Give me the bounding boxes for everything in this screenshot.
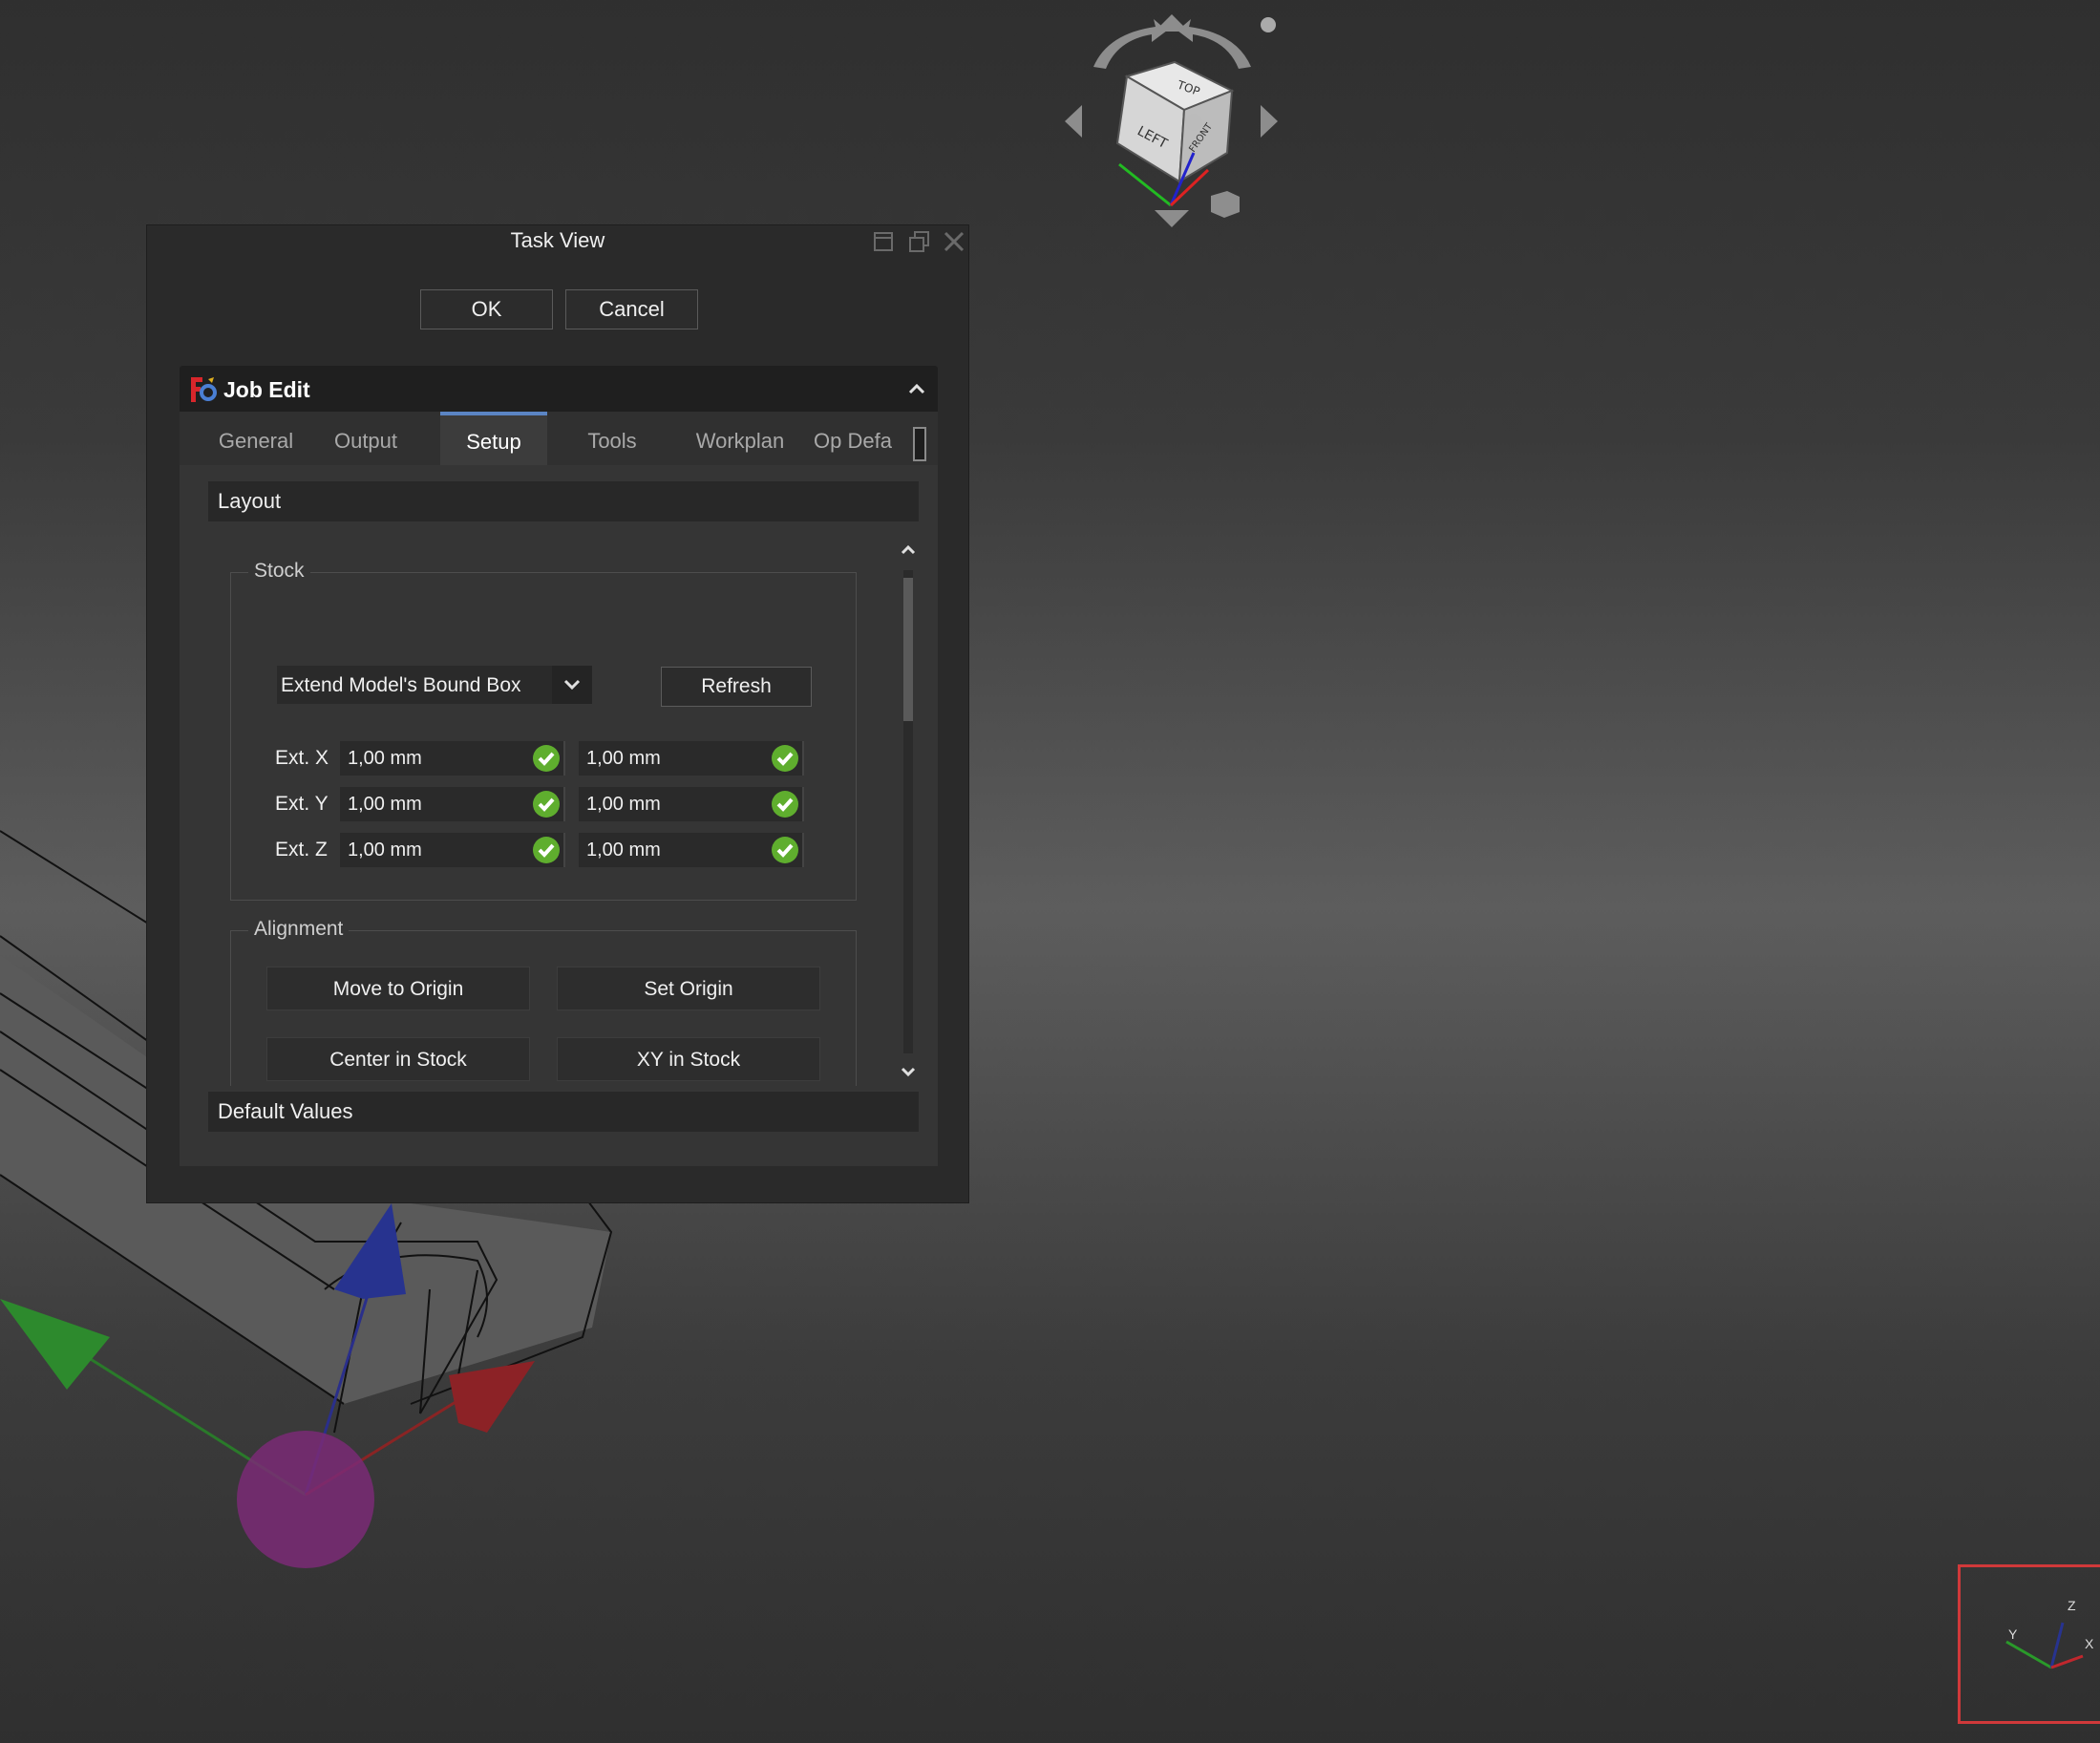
close-icon[interactable] [942, 229, 966, 254]
check-icon [772, 745, 798, 772]
tab-bar: General Output Setup Tools Workplan Op D… [180, 412, 938, 465]
navigation-cube[interactable]: TOP LEFT FRONT [1050, 0, 1289, 239]
check-icon [772, 791, 798, 818]
nav-menu-icon[interactable] [1261, 17, 1276, 32]
float-panel-icon[interactable] [907, 229, 932, 254]
tab-workplan[interactable]: Workplan [678, 412, 802, 465]
xy-in-stock-button[interactable]: XY in Stock [557, 1037, 820, 1081]
rotate-right-icon[interactable] [1177, 19, 1251, 69]
task-view-title: Task View [510, 228, 605, 252]
tab-output[interactable]: Output [317, 412, 414, 465]
cancel-button[interactable]: Cancel [565, 289, 698, 329]
alignment-group: Alignment Move to Origin Set Origin Cent… [230, 918, 857, 1086]
scroll-down-icon[interactable] [898, 1061, 919, 1082]
task-view-panel: Task View OK Cancel Job Edit General Out… [146, 224, 969, 1203]
default-values-section-header[interactable]: Default Values [208, 1092, 919, 1132]
refresh-button[interactable]: Refresh [661, 667, 812, 707]
layout-scroll-area[interactable]: Stock Extend Model's Bound Box Refresh E… [208, 538, 919, 1086]
axis-x-label: X [2085, 1636, 2094, 1651]
stock-type-value: Extend Model's Bound Box [281, 674, 521, 696]
ext-x-pos-input[interactable]: 1,00 mm [579, 741, 804, 776]
ext-z-neg-value: 1,00 mm [348, 840, 422, 861]
tab-scroll-button[interactable] [913, 427, 926, 461]
set-origin-button[interactable]: Set Origin [557, 967, 820, 1010]
chevron-down-icon[interactable] [552, 666, 592, 704]
ext-y-neg-input[interactable]: 1,00 mm [340, 787, 565, 821]
ext-y-pos-value: 1,00 mm [586, 794, 661, 815]
tab-op-defaults[interactable]: Op Defa [814, 412, 913, 465]
ext-z-neg-input[interactable]: 1,00 mm [340, 833, 565, 867]
ext-z-pos-value: 1,00 mm [586, 840, 661, 861]
ext-y-neg-value: 1,00 mm [348, 794, 422, 815]
center-in-stock-button[interactable]: Center in Stock [266, 1037, 530, 1081]
path-job-icon [191, 377, 217, 402]
check-icon [533, 837, 560, 863]
ext-x-neg-input[interactable]: 1,00 mm [340, 741, 565, 776]
scrollbar-thumb[interactable] [903, 578, 913, 721]
ext-z-label: Ext. Z [275, 839, 328, 861]
move-to-origin-button[interactable]: Move to Origin [266, 967, 530, 1010]
collapse-panel-icon[interactable] [871, 229, 896, 254]
ext-y-pos-input[interactable]: 1,00 mm [579, 787, 804, 821]
chevron-up-icon[interactable] [905, 377, 928, 400]
tab-setup[interactable]: Setup [440, 412, 547, 465]
stock-group-title: Stock [248, 560, 310, 583]
ext-y-label: Ext. Y [275, 793, 329, 815]
axis-indicator: Y Z X [1958, 1564, 2100, 1724]
ext-x-neg-value: 1,00 mm [348, 748, 422, 769]
vertical-scrollbar[interactable] [898, 538, 919, 1086]
view-menu-cube-icon[interactable] [1211, 191, 1240, 218]
job-edit-header[interactable]: Job Edit [180, 366, 938, 412]
nav-arrow-right-icon[interactable] [1261, 105, 1278, 138]
check-icon [533, 791, 560, 818]
ext-x-pos-value: 1,00 mm [586, 748, 661, 769]
check-icon [533, 745, 560, 772]
setup-tab-page: Layout Stock Extend Model's Bound Box Re… [180, 465, 938, 1166]
axis-y-label: Y [2008, 1626, 2018, 1642]
stock-type-dropdown[interactable]: Extend Model's Bound Box [277, 666, 592, 704]
ok-button[interactable]: OK [420, 289, 553, 329]
nav-arrow-down-icon[interactable] [1155, 210, 1189, 227]
check-icon [772, 837, 798, 863]
stock-group: Stock Extend Model's Bound Box Refresh E… [230, 560, 857, 901]
job-edit-body: General Output Setup Tools Workplan Op D… [180, 412, 938, 1166]
alignment-group-title: Alignment [248, 918, 350, 941]
job-edit-title: Job Edit [223, 377, 310, 402]
ext-x-label: Ext. X [275, 747, 329, 769]
tab-tools[interactable]: Tools [560, 412, 665, 465]
nav-arrow-left-icon[interactable] [1065, 105, 1082, 138]
rotate-left-icon[interactable] [1093, 19, 1167, 69]
scroll-up-icon[interactable] [898, 540, 919, 561]
tab-general[interactable]: General [204, 412, 308, 465]
ext-z-pos-input[interactable]: 1,00 mm [579, 833, 804, 867]
layout-section-header[interactable]: Layout [208, 481, 919, 521]
axis-z-label: Z [2068, 1598, 2076, 1613]
view-cube[interactable]: TOP LEFT FRONT [1115, 60, 1240, 218]
